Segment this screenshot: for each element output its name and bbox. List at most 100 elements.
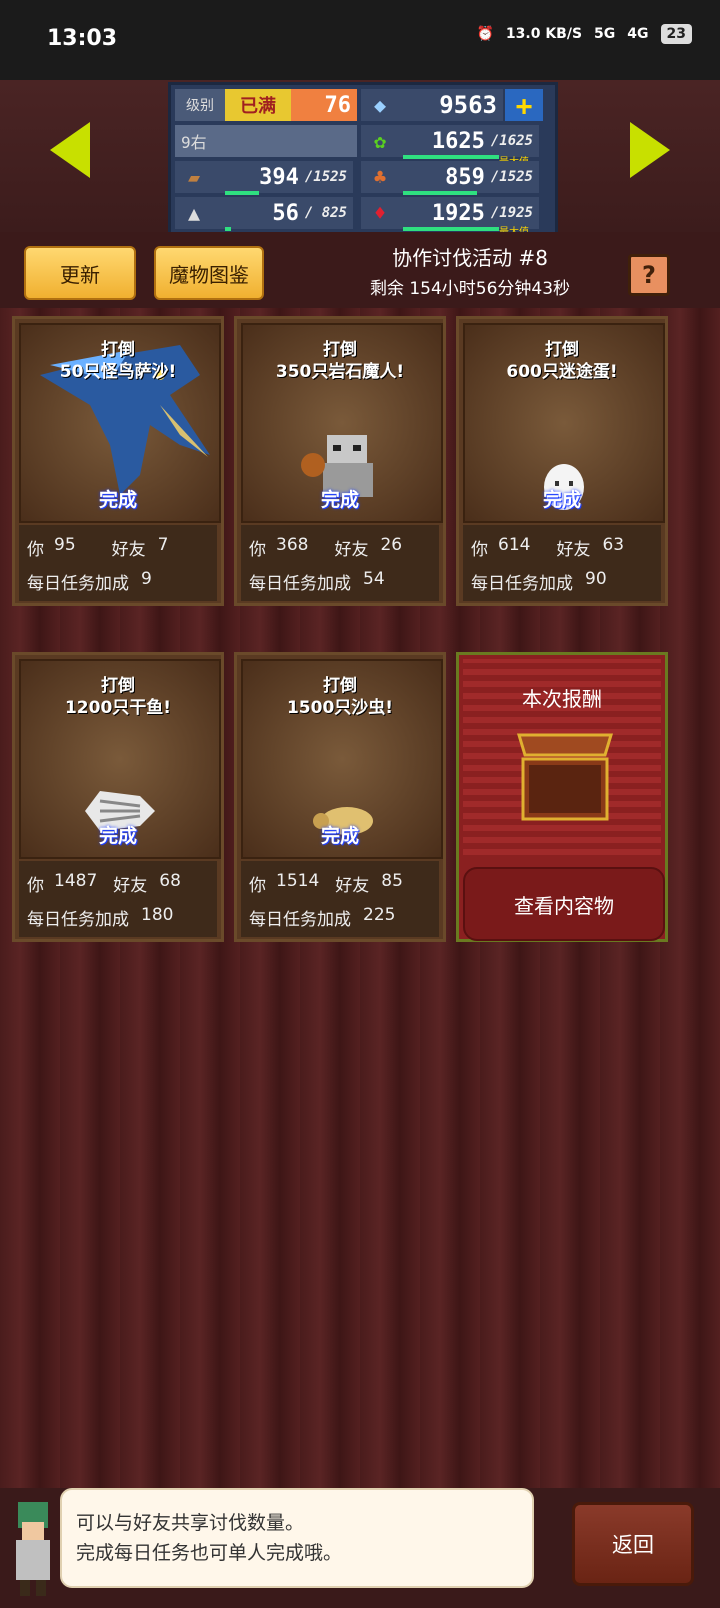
- level-value: 76: [291, 89, 357, 121]
- event-countdown: 剩余 154小时56分钟43秒: [369, 279, 571, 299]
- wood-value: 394/1525: [213, 161, 353, 193]
- next-arrow-icon[interactable]: [630, 122, 670, 178]
- food-amount: 859: [445, 164, 485, 190]
- level-label: 级别: [175, 89, 225, 121]
- bonus-value: 9: [141, 569, 152, 589]
- bonus-label: 每日任务加成: [27, 910, 129, 930]
- clock: 13:03: [47, 26, 118, 51]
- reward-preview: 本次报酬: [463, 659, 661, 855]
- stats-panel: 级别 已满 76 ◆ 9563 + 9右 ✿ 1625/1625 最大值 ▰ 3…: [168, 82, 558, 238]
- bonus-label: 每日任务加成: [471, 574, 573, 594]
- friend-label: 好友: [113, 876, 148, 896]
- friend-label: 好友: [111, 540, 146, 560]
- quest-complete-label: 完成: [98, 825, 137, 847]
- you-label: 你: [249, 876, 266, 896]
- friend-count: 68: [159, 871, 181, 891]
- quest-title-line1: 打倒: [101, 340, 135, 360]
- prev-arrow-icon[interactable]: [50, 122, 90, 178]
- signal-4g-icon: 4G: [627, 26, 649, 42]
- quest-complete-label: 完成: [320, 825, 359, 847]
- bonus-value: 54: [363, 569, 385, 589]
- status-icons: ⏰ 13.0 KB/S 5G 4G 23: [476, 24, 692, 44]
- bonus-label: 每日任务加成: [249, 574, 351, 594]
- treasure-chest-icon: [516, 733, 614, 821]
- quest-title-line1: 打倒: [323, 340, 357, 360]
- quest-complete-label: 完成: [98, 489, 137, 511]
- food-bar: [403, 191, 477, 195]
- quest-complete-label: 完成: [542, 489, 581, 511]
- quest-title-line1: 打倒: [323, 676, 357, 696]
- friend-count: 7: [157, 535, 169, 555]
- status-bar: 13:03 ⏰ 13.0 KB/S 5G 4G 23: [0, 0, 720, 80]
- quest-card[interactable]: 打倒 50只怪鸟萨沙! 完成 你 95 好友 7 每日任务加成 9: [12, 316, 224, 606]
- friend-count: 85: [381, 871, 403, 891]
- quest-info: 你 614 好友 63 每日任务加成 90: [463, 525, 661, 601]
- quest-title-line1: 打倒: [101, 676, 135, 696]
- tip-bubble: 可以与好友共享讨伐数量。 完成每日任务也可单人完成哦。: [60, 1488, 534, 1588]
- bonus-value: 90: [585, 569, 607, 589]
- ruby-amount: 1925: [431, 200, 485, 226]
- stone-bar: [225, 227, 231, 231]
- bonus-label: 每日任务加成: [249, 910, 351, 930]
- event-title: 协作讨伐活动 #8: [392, 246, 548, 270]
- you-label: 你: [471, 540, 488, 560]
- bestiary-button[interactable]: 魔物图鉴: [154, 246, 264, 300]
- bonus-value: 180: [141, 905, 174, 925]
- you-count: 95: [54, 535, 76, 555]
- add-gems-button[interactable]: +: [505, 89, 543, 122]
- quest-card[interactable]: 打倒 600只迷途蛋! 完成 你 614 好友 63 每日任务加成 90: [456, 316, 668, 606]
- gem-count: 9563: [399, 89, 503, 121]
- quest-card[interactable]: 打倒 1200只干鱼! 完成 你 1487 好友 68 每日任务加成 180: [12, 652, 224, 942]
- quest-title-line1: 打倒: [545, 340, 579, 360]
- food-icon: ♣: [361, 161, 399, 193]
- ruby-icon: ♦: [361, 197, 399, 229]
- stone-value: 56 / 825: [213, 197, 353, 229]
- tip-line2: 完成每日任务也可单人完成哦。: [76, 1542, 343, 1564]
- bonus-value: 225: [363, 905, 396, 925]
- stone-icon: ▲: [175, 197, 213, 229]
- friend-count: 26: [380, 535, 403, 555]
- you-count: 1487: [54, 871, 98, 891]
- event-header: 更新 魔物图鉴 协作讨伐活动 #8 剩余 154小时56分钟43秒 ?: [0, 232, 720, 308]
- quest-card[interactable]: 打倒 350只岩石魔人! 完成 你 368 好友 26 每日任务加成 54: [234, 316, 446, 606]
- quest-title: 打倒 600只迷途蛋!: [459, 339, 665, 383]
- floor-label: 9右: [175, 125, 357, 157]
- help-button[interactable]: ?: [628, 254, 670, 296]
- tip-line1: 可以与好友共享讨伐数量。: [76, 1512, 305, 1534]
- quest-info: 你 1487 好友 68 每日任务加成 180: [19, 861, 217, 937]
- ruby-max: /1925: [490, 205, 533, 221]
- grass-amount: 1625: [431, 128, 485, 154]
- view-contents-button[interactable]: 查看内容物: [463, 867, 665, 941]
- quest-title: 打倒 1500只沙虫!: [237, 675, 443, 719]
- friend-label: 好友: [335, 876, 370, 896]
- quest-title-line2: 350只岩石魔人!: [275, 362, 405, 382]
- ruby-bar: [403, 227, 499, 231]
- quest-title-line2: 600只迷途蛋!: [506, 362, 618, 382]
- you-label: 你: [27, 540, 44, 560]
- wood-bar: [225, 191, 259, 195]
- food-max: /1525: [490, 169, 533, 185]
- grass-icon: ✿: [361, 125, 399, 157]
- quest-title: 打倒 350只岩石魔人!: [237, 339, 443, 383]
- quest-title-line2: 50只怪鸟萨沙!: [59, 362, 177, 382]
- wood-max: /1525: [304, 169, 347, 185]
- food-value: 859/1525: [399, 161, 539, 193]
- reward-label: 本次报酬: [522, 687, 602, 711]
- quest-title-line2: 1200只干鱼!: [64, 698, 172, 718]
- you-count: 1514: [276, 871, 320, 891]
- grass-max: /1625: [490, 133, 533, 149]
- bonus-label: 每日任务加成: [27, 574, 129, 594]
- net-speed: 13.0 KB/S: [505, 26, 583, 42]
- wood-icon: ▰: [175, 161, 213, 193]
- quest-board: 打倒 50只怪鸟萨沙! 完成 你 95 好友 7 每日任务加成 9 打倒 350只岩石魔人!…: [0, 308, 720, 1488]
- quest-title: 打倒 50只怪鸟萨沙!: [15, 339, 221, 383]
- quest-card[interactable]: 打倒 1500只沙虫! 完成 你 1514 好友 85 每日任务加成 225: [234, 652, 446, 942]
- quest-info: 你 368 好友 26 每日任务加成 54: [241, 525, 439, 601]
- refresh-button[interactable]: 更新: [24, 246, 136, 300]
- reward-card: 本次报酬 查看内容物: [456, 652, 668, 942]
- stone-max: / 825: [304, 205, 347, 221]
- quest-title: 打倒 1200只干鱼!: [15, 675, 221, 719]
- back-button[interactable]: 返回: [572, 1502, 694, 1586]
- diamond-icon: ◆: [361, 89, 399, 121]
- quest-title-line2: 1500只沙虫!: [286, 698, 394, 718]
